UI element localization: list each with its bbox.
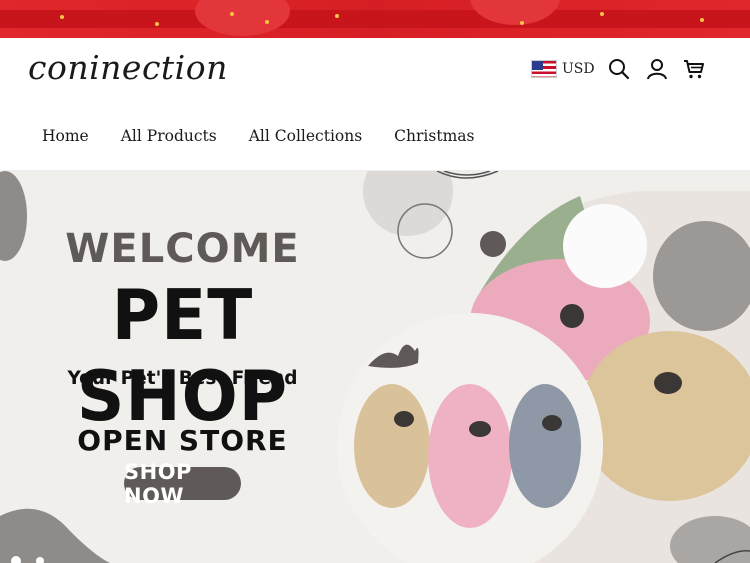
pink-outfit — [428, 384, 512, 528]
decor-dot — [480, 231, 506, 257]
promo-bar — [0, 0, 750, 38]
promo-sparkle — [230, 12, 234, 16]
nav-item-all-collections[interactable]: All Collections — [249, 127, 362, 145]
promo-sparkle — [700, 18, 704, 22]
currency-code: USD — [562, 61, 595, 77]
promo-band — [0, 10, 750, 28]
promo-sparkle — [155, 22, 159, 26]
grey-outfit — [509, 384, 581, 508]
currency-selector[interactable]: USD — [531, 60, 595, 78]
hero-tagline: Your Pet's Best Friend — [67, 368, 298, 389]
shop-now-button[interactable]: SHOP NOW — [124, 460, 241, 508]
nav-item-christmas[interactable]: Christmas — [394, 127, 474, 145]
promo-sparkle — [265, 20, 269, 24]
patch — [560, 304, 584, 328]
decor-arc — [443, 171, 491, 176]
nav-item-all-products[interactable]: All Products — [121, 127, 217, 145]
hero-welcome: WELCOME — [65, 226, 300, 272]
main-nav: Home All Products All Collections Christ… — [42, 127, 474, 145]
hero-banner[interactable]: WELCOME PET SHOP Your Pet's Best Friend … — [0, 171, 750, 563]
hero-subtitle: OPEN STORE — [77, 424, 288, 457]
decor-circle — [363, 171, 453, 236]
promo-sparkle — [335, 14, 339, 18]
hero-title: PET SHOP — [76, 275, 289, 437]
promo-sparkle — [520, 21, 524, 25]
search-icon[interactable] — [607, 57, 631, 81]
promo-sparkle — [60, 15, 64, 19]
nav-item-home[interactable]: Home — [42, 127, 89, 145]
promo-decoration — [195, 0, 290, 36]
us-flag-icon — [531, 60, 557, 78]
white-dog-head — [563, 204, 647, 288]
patch — [654, 372, 682, 394]
promo-sparkle — [600, 12, 604, 16]
decor-blob — [0, 508, 110, 563]
cart-icon[interactable] — [682, 57, 706, 81]
site-header: coninection USD Home All Products All Co… — [0, 38, 750, 171]
beige-outfit — [354, 384, 430, 508]
site-logo[interactable]: coninection — [28, 48, 228, 87]
account-icon[interactable] — [645, 57, 669, 81]
